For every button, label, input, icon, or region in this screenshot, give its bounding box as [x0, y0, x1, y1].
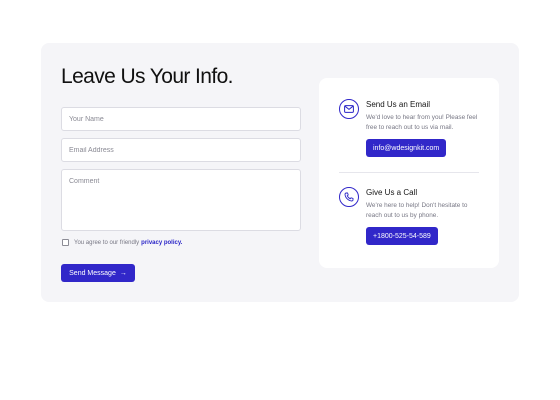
mail-icon: [339, 99, 359, 119]
send-message-label: Send Message: [69, 269, 116, 277]
email-input[interactable]: [61, 138, 301, 162]
page-title: Leave Us Your Info.: [61, 65, 234, 88]
call-heading: Give Us a Call: [366, 188, 418, 197]
phone-number-button[interactable]: +1800-525-54-589: [366, 227, 438, 245]
contact-info-card: Send Us an Email We'd love to hear from …: [319, 78, 499, 268]
privacy-checkbox[interactable]: [62, 239, 69, 246]
email-heading: Send Us an Email: [366, 100, 431, 109]
name-input[interactable]: [61, 107, 301, 131]
phone-icon: [339, 187, 359, 207]
send-message-button[interactable]: Send Message →: [61, 264, 135, 282]
contact-section: Leave Us Your Info. You agree to our fri…: [41, 43, 519, 302]
divider: [339, 172, 479, 173]
comment-textarea[interactable]: [61, 169, 301, 231]
arrow-right-icon: →: [119, 269, 127, 277]
privacy-agreement: You agree to our friendly privacy policy…: [62, 239, 182, 246]
agree-text: You agree to our friendly: [74, 239, 140, 246]
email-description: We'd love to hear from you! Please feel …: [366, 114, 478, 131]
call-description: We're here to help! Don't hesitate to re…: [366, 202, 468, 219]
privacy-policy-link[interactable]: privacy policy.: [141, 240, 182, 246]
email-address-button[interactable]: info@wdesignkit.com: [366, 139, 447, 157]
